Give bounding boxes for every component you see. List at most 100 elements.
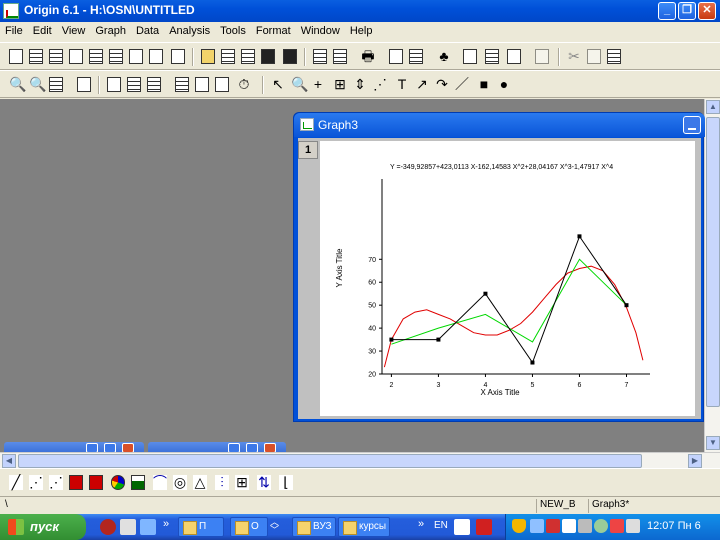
scatter-plot-icon[interactable]: ⋰ bbox=[26, 473, 46, 493]
x-axis-title[interactable]: X Axis Title bbox=[480, 388, 520, 397]
minimize-button[interactable]: _ bbox=[658, 2, 676, 20]
plot-series[interactable] bbox=[383, 234, 644, 368]
graph-window[interactable]: Graph3 1 2 3 4 5 6 7 20 30 40 50 60 70 Y =-349,9285… bbox=[293, 112, 705, 422]
new-layout-icon[interactable] bbox=[126, 47, 146, 67]
import-multiple-icon[interactable] bbox=[330, 47, 350, 67]
add-column-icon[interactable] bbox=[532, 47, 552, 67]
menu-data[interactable]: Data bbox=[131, 22, 164, 37]
arrange-layers-icon[interactable] bbox=[144, 75, 164, 95]
save-project-icon[interactable] bbox=[168, 47, 188, 67]
zoom-in-icon[interactable]: 🔍 bbox=[6, 75, 26, 95]
vertical-scroll-thumb[interactable] bbox=[706, 117, 720, 407]
menu-help[interactable]: Help bbox=[345, 22, 378, 37]
quick-launch-app-icon[interactable] bbox=[100, 519, 116, 535]
new-project-icon[interactable] bbox=[6, 47, 26, 67]
save-icon[interactable] bbox=[258, 47, 278, 67]
add-layer-icon[interactable] bbox=[104, 75, 124, 95]
menu-window[interactable]: Window bbox=[296, 22, 345, 37]
data-reader-icon[interactable]: ⊞ bbox=[330, 75, 350, 95]
area-plot-icon[interactable] bbox=[128, 473, 148, 493]
origin-app-icon[interactable] bbox=[3, 3, 19, 19]
rectangle-tool-icon[interactable]: ■ bbox=[474, 75, 494, 95]
project-explorer-icon[interactable] bbox=[460, 47, 480, 67]
copy-icon[interactable] bbox=[584, 47, 604, 67]
new-notes-icon[interactable] bbox=[146, 47, 166, 67]
rescale-icon[interactable] bbox=[74, 75, 94, 95]
menu-file[interactable]: File bbox=[0, 22, 28, 37]
y-axis-title[interactable]: Y Axis Title bbox=[335, 248, 344, 288]
graph-minimize-button[interactable] bbox=[683, 116, 701, 134]
zoom-out-icon[interactable]: 🔍 bbox=[26, 75, 46, 95]
layer-1-button[interactable]: 1 bbox=[298, 141, 318, 159]
scroll-right-icon[interactable]: ▶ bbox=[688, 454, 702, 468]
polar-plot-icon[interactable]: ◎ bbox=[170, 473, 190, 493]
scroll-up-icon[interactable]: ▲ bbox=[706, 100, 720, 114]
menu-analysis[interactable]: Analysis bbox=[164, 22, 215, 37]
fill-area-icon[interactable]: ⌒ bbox=[150, 473, 170, 493]
data-selector-icon[interactable]: ⇕ bbox=[350, 75, 370, 95]
import-ascii-icon[interactable] bbox=[310, 47, 330, 67]
zoom-tool-icon[interactable]: 🔍 bbox=[288, 75, 308, 95]
hi-lo-close-icon[interactable]: ⫶ bbox=[212, 473, 232, 493]
draw-data-icon[interactable]: ⋰ bbox=[370, 75, 390, 95]
open-template-icon[interactable] bbox=[218, 47, 238, 67]
whole-page-icon[interactable] bbox=[46, 75, 66, 95]
column-plot-icon[interactable] bbox=[86, 473, 106, 493]
taskbar-button-4[interactable]: курсы bbox=[338, 517, 390, 537]
menu-edit[interactable]: Edit bbox=[28, 22, 57, 37]
start-button[interactable]: пуск bbox=[0, 514, 86, 540]
close-button[interactable]: ✕ bbox=[698, 2, 716, 20]
menu-graph[interactable]: Graph bbox=[90, 22, 131, 37]
line-tool-icon[interactable]: ／ bbox=[452, 75, 472, 95]
duplicate-icon[interactable] bbox=[406, 47, 426, 67]
pointer-icon[interactable]: ↖ bbox=[268, 75, 288, 95]
graph-title-bar[interactable]: Graph3 bbox=[294, 113, 705, 137]
new-function-icon[interactable] bbox=[86, 47, 106, 67]
color-scale-icon[interactable] bbox=[192, 75, 212, 95]
taskbar-button-1[interactable]: П bbox=[178, 517, 224, 537]
horizontal-scroll-thumb[interactable] bbox=[18, 454, 642, 468]
volume-icon[interactable] bbox=[594, 519, 608, 533]
antivirus-icon[interactable] bbox=[546, 519, 560, 533]
graph-page[interactable]: 2 3 4 5 6 7 20 30 40 50 60 70 Y =-349,92857+423,011… bbox=[320, 141, 695, 416]
printer-tray-icon[interactable] bbox=[578, 519, 592, 533]
line-symbol-plot-icon[interactable]: ⋰ bbox=[46, 473, 66, 493]
taskbar-more-icon[interactable]: » bbox=[418, 518, 424, 530]
vector-plot-icon[interactable]: ⇅ bbox=[254, 473, 274, 493]
cut-icon[interactable]: ✂ bbox=[564, 47, 584, 67]
new-worksheet-icon[interactable] bbox=[26, 47, 46, 67]
paste-icon[interactable] bbox=[604, 47, 624, 67]
quick-launch-desktop-icon[interactable] bbox=[120, 519, 136, 535]
screen-reader-icon[interactable]: + bbox=[308, 75, 328, 95]
workspace-horizontal-scrollbar[interactable]: ◀ ▶ bbox=[0, 452, 720, 468]
new-matrix-icon[interactable] bbox=[106, 47, 126, 67]
restore-button[interactable]: ❐ bbox=[678, 2, 696, 20]
taskbar-button-2[interactable]: О bbox=[230, 517, 268, 537]
timestamp-icon[interactable]: ⏱ bbox=[234, 75, 254, 95]
curved-arrow-icon[interactable]: ↷ bbox=[432, 75, 452, 95]
menu-view[interactable]: View bbox=[57, 22, 91, 37]
code-builder-icon[interactable] bbox=[504, 47, 524, 67]
pie-chart-icon[interactable] bbox=[108, 473, 128, 493]
ternary-plot-icon[interactable]: △ bbox=[190, 473, 210, 493]
flag-icon[interactable] bbox=[562, 519, 576, 533]
text-tool-icon[interactable]: T bbox=[392, 75, 412, 95]
menu-format[interactable]: Format bbox=[251, 22, 296, 37]
language-indicator[interactable]: EN bbox=[434, 520, 448, 531]
results-log-icon[interactable]: ♣ bbox=[434, 47, 454, 67]
layer-grid-icon[interactable] bbox=[124, 75, 144, 95]
scroll-left-icon[interactable]: ◀ bbox=[2, 454, 16, 468]
layer-scale-icon[interactable] bbox=[212, 75, 232, 95]
new-excel-icon[interactable] bbox=[46, 47, 66, 67]
circle-tool-icon[interactable]: ● bbox=[494, 75, 514, 95]
print-icon[interactable]: 🖶 bbox=[358, 47, 378, 67]
clock[interactable]: 12:07 Пн 6 bbox=[647, 520, 701, 532]
quick-launch-explorer-icon[interactable] bbox=[140, 519, 156, 535]
menu-tools[interactable]: Tools bbox=[215, 22, 251, 37]
fit-equation-label[interactable]: Y =-349,92857+423,0113 X-162,14583 X^2+2… bbox=[390, 164, 613, 171]
new-graph-icon[interactable] bbox=[66, 47, 86, 67]
workspace-vertical-scrollbar[interactable]: ▲ ▼ bbox=[704, 99, 720, 452]
bar-plot-icon[interactable] bbox=[66, 473, 86, 493]
legend-icon[interactable] bbox=[172, 75, 192, 95]
taskbar-button-3[interactable]: ВУЗ bbox=[292, 517, 336, 537]
